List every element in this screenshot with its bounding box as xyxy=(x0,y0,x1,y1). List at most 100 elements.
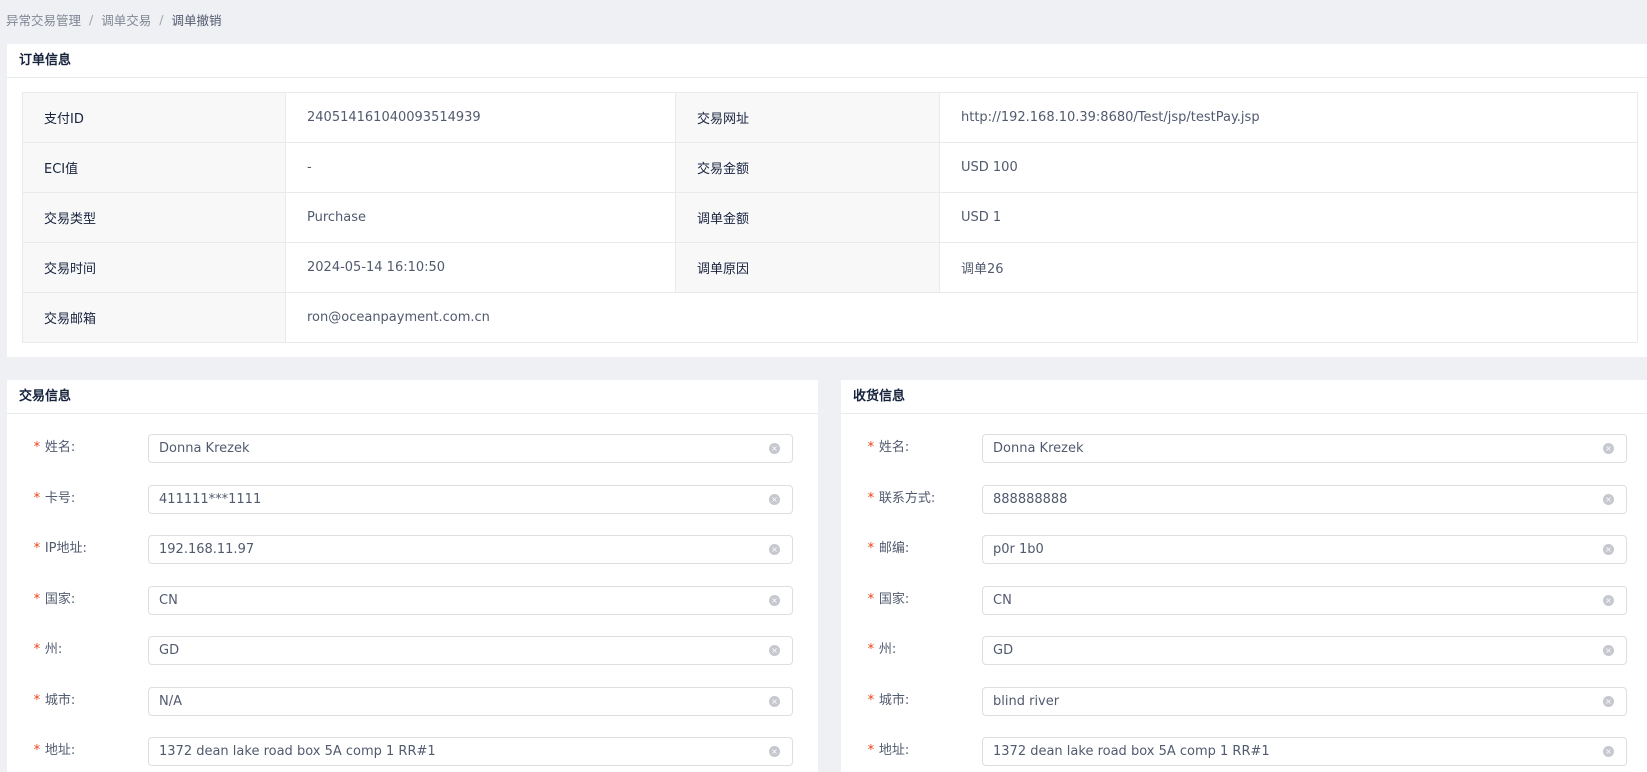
clear-icon[interactable]: × xyxy=(769,645,780,656)
card-number-value: 411111***1111 xyxy=(159,491,262,507)
state-input[interactable]: GD × xyxy=(148,636,793,665)
ship-state-input[interactable]: GD × xyxy=(982,636,1627,665)
form-row-city: * 城市: N/A × xyxy=(7,681,818,732)
trade-time-label: 交易时间 xyxy=(22,242,286,293)
clear-icon[interactable]: × xyxy=(769,695,780,707)
name-value: Donna Krezek xyxy=(159,441,250,456)
city-value: N/A xyxy=(159,693,182,709)
zip-value: p0r 1b0 xyxy=(993,542,1044,557)
shipping-info-card: 收货信息 * 姓名: Donna Krezek × * 联系方式: 888888888… xyxy=(841,380,1647,772)
phone-value: 888888888 xyxy=(993,491,1068,507)
chargeback-amount-label: 调单金额 xyxy=(675,192,940,243)
form-row-ship-state: * 州: GD × xyxy=(841,630,1647,681)
required-mark: * xyxy=(33,591,41,607)
required-mark: * xyxy=(33,743,41,758)
trade-url-label: 交易网址 xyxy=(675,92,940,143)
clear-icon[interactable]: × xyxy=(769,746,780,757)
required-mark: * xyxy=(33,490,41,506)
card-number-label: 卡号: xyxy=(44,490,76,506)
payment-id-label: 支付ID xyxy=(22,92,286,143)
city-input[interactable]: N/A × xyxy=(148,686,793,716)
shipping-info-form: * 姓名: Donna Krezek × * 联系方式: 888888888 × * 邮编… xyxy=(841,428,1647,772)
form-row-phone: * 联系方式: 888888888 × xyxy=(841,479,1647,530)
ship-address-input[interactable]: 1372 dean lake road box 5A comp 1 RR#1 × xyxy=(982,737,1627,766)
ip-input[interactable]: 192.168.11.97 × xyxy=(148,535,793,564)
clear-icon[interactable]: × xyxy=(769,443,780,454)
country-label: 国家: xyxy=(44,591,76,607)
state-label: 州: xyxy=(44,642,63,657)
required-mark: * xyxy=(33,440,41,455)
trade-amount-value: USD 100 xyxy=(939,142,1638,193)
ship-name-value: Donna Krezek xyxy=(993,441,1084,456)
clear-icon[interactable]: × xyxy=(1603,746,1614,757)
form-row-ship-name: * 姓名: Donna Krezek × xyxy=(841,428,1647,479)
breadcrumb-item[interactable]: 调单交易 xyxy=(101,10,151,29)
clear-icon[interactable]: × xyxy=(1603,493,1614,505)
breadcrumb-current: 调单撤销 xyxy=(171,12,222,28)
clear-icon[interactable]: × xyxy=(769,544,780,555)
breadcrumb: 异常交易管理 / 调单交易 / 调单撤销 xyxy=(6,9,221,29)
ship-country-label: 国家: xyxy=(878,591,910,607)
trade-info-form: * 姓名: Donna Krezek × * 卡号: 411111***1111 × *… xyxy=(7,428,818,772)
breadcrumb-item[interactable]: 异常交易管理 xyxy=(6,10,81,29)
ship-city-label: 城市: xyxy=(878,692,910,708)
card-number-input[interactable]: 411111***1111 × xyxy=(148,484,793,514)
chargeback-reason-label: 调单原因 xyxy=(675,242,940,293)
form-row-address: * 地址: 1372 dean lake road box 5A comp 1 R… xyxy=(7,731,818,772)
state-value: GD xyxy=(159,643,180,658)
ship-city-value: blind river xyxy=(993,693,1060,709)
required-mark: * xyxy=(33,642,41,657)
phone-label: 联系方式: xyxy=(878,490,936,506)
breadcrumb-separator: / xyxy=(159,11,164,27)
ship-state-value: GD xyxy=(993,643,1014,658)
required-mark: * xyxy=(867,743,875,758)
form-row-zip: * 邮编: p0r 1b0 × xyxy=(841,529,1647,580)
address-value: 1372 dean lake road box 5A comp 1 RR#1 xyxy=(159,744,436,759)
table-row: 交易时间 2024-05-14 16:10:50 调单原因 调单26 xyxy=(22,242,1638,293)
form-row-country: * 国家: CN × xyxy=(7,580,818,631)
shipping-info-title: 收货信息 xyxy=(841,380,1647,414)
trade-type-label: 交易类型 xyxy=(22,192,286,243)
form-row-ship-address: * 地址: 1372 dean lake road box 5A comp 1 R… xyxy=(841,731,1647,772)
name-input[interactable]: Donna Krezek × xyxy=(148,434,793,463)
required-mark: * xyxy=(867,642,875,657)
trade-info-title: 交易信息 xyxy=(7,380,818,414)
address-input[interactable]: 1372 dean lake road box 5A comp 1 RR#1 × xyxy=(148,737,793,766)
ship-city-input[interactable]: blind river × xyxy=(982,686,1627,716)
order-info-table: 支付ID 240514161040093514939 交易网址 http://1… xyxy=(22,92,1638,343)
zip-input[interactable]: p0r 1b0 × xyxy=(982,535,1627,564)
payment-id-value: 240514161040093514939 xyxy=(285,92,676,143)
clear-icon[interactable]: × xyxy=(769,493,780,505)
clear-icon[interactable]: × xyxy=(1603,695,1614,707)
chargeback-reason-value: 调单26 xyxy=(939,242,1638,293)
form-row-ship-city: * 城市: blind river × xyxy=(841,681,1647,732)
phone-input[interactable]: 888888888 × xyxy=(982,484,1627,514)
required-mark: * xyxy=(33,692,41,708)
eci-value: - xyxy=(285,142,676,193)
table-row: 支付ID 240514161040093514939 交易网址 http://1… xyxy=(22,92,1638,143)
country-value: CN xyxy=(159,592,178,608)
clear-icon[interactable]: × xyxy=(1603,645,1614,656)
trade-info-card: 交易信息 * 姓名: Donna Krezek × * 卡号: 411111***11… xyxy=(7,380,818,772)
ip-value: 192.168.11.97 xyxy=(159,542,255,557)
required-mark: * xyxy=(867,440,875,455)
ship-country-input[interactable]: CN × xyxy=(982,585,1627,615)
required-mark: * xyxy=(33,541,41,556)
trade-type-value: Purchase xyxy=(285,192,676,243)
form-row-ip: * IP地址: 192.168.11.97 × xyxy=(7,529,818,580)
ship-country-value: CN xyxy=(993,592,1012,608)
clear-icon[interactable]: × xyxy=(1603,594,1614,606)
clear-icon[interactable]: × xyxy=(1603,544,1614,555)
ship-name-input[interactable]: Donna Krezek × xyxy=(982,434,1627,463)
clear-icon[interactable]: × xyxy=(1603,443,1614,454)
trade-email-label: 交易邮箱 xyxy=(22,292,286,343)
trade-time-value: 2024-05-14 16:10:50 xyxy=(285,242,676,293)
ip-label: IP地址: xyxy=(44,541,87,556)
name-label: 姓名: xyxy=(44,440,76,455)
clear-icon[interactable]: × xyxy=(769,594,780,606)
city-label: 城市: xyxy=(44,692,76,708)
table-row: 交易类型 Purchase 调单金额 USD 1 xyxy=(22,192,1638,243)
country-input[interactable]: CN × xyxy=(148,585,793,615)
breadcrumb-separator: / xyxy=(89,11,94,27)
form-row-card-number: * 卡号: 411111***1111 × xyxy=(7,479,818,530)
